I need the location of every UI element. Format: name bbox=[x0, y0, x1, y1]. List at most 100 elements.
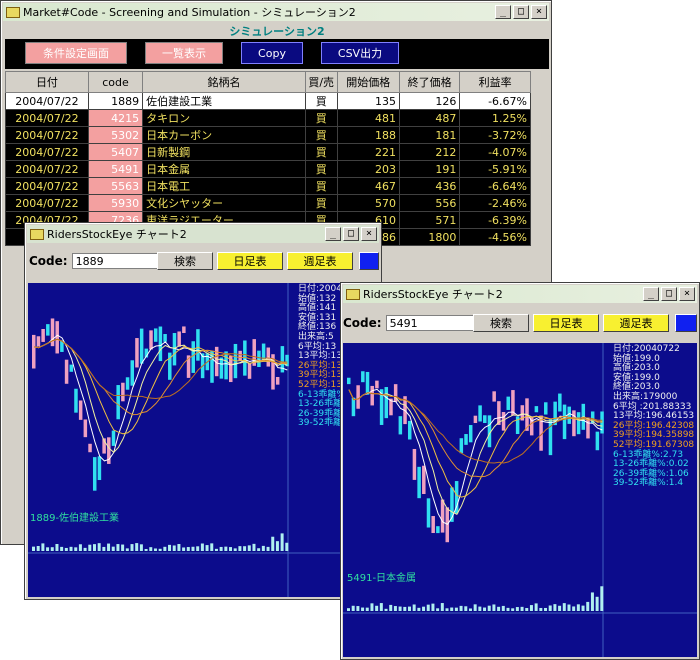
volume-bar bbox=[252, 543, 256, 551]
volume-bar bbox=[403, 606, 407, 611]
close-button[interactable]: × bbox=[361, 227, 377, 241]
volume-bar bbox=[506, 607, 510, 611]
candle bbox=[595, 431, 600, 451]
candle bbox=[506, 396, 510, 410]
volume-bar bbox=[69, 546, 73, 551]
weekly-chart-button[interactable]: 週足表 bbox=[287, 252, 353, 270]
csv-export-button[interactable]: CSV出力 bbox=[321, 42, 399, 64]
maximize-button[interactable]: □ bbox=[661, 287, 677, 301]
volume-bar bbox=[219, 546, 223, 551]
cell-name: 日本電工 bbox=[142, 177, 306, 195]
volume-bar bbox=[60, 546, 64, 551]
volume-bar bbox=[125, 548, 129, 551]
close-button[interactable]: × bbox=[679, 287, 695, 301]
volume-bar bbox=[487, 605, 491, 611]
volume-bar bbox=[158, 548, 162, 551]
candle bbox=[431, 516, 435, 534]
minimize-button[interactable]: _ bbox=[643, 287, 659, 301]
candle bbox=[243, 340, 247, 376]
volume-bar bbox=[247, 545, 251, 551]
table-row[interactable]: 2004/07/22 5407 日新製鋼買 221 212 -4.07% bbox=[5, 143, 531, 161]
cell-start-price: 221 bbox=[336, 143, 400, 161]
cell-profit-rate: -3.72% bbox=[459, 126, 531, 144]
col-buysell[interactable]: 買/売 bbox=[304, 71, 338, 93]
table-row[interactable]: 2004/07/22 5930 文化シヤッター買 570 556 -2.46% bbox=[5, 194, 531, 212]
candle bbox=[149, 330, 153, 350]
col-profit-rate[interactable]: 利益率 bbox=[459, 71, 531, 93]
volume-bar bbox=[177, 544, 181, 551]
candle bbox=[121, 382, 125, 402]
candle bbox=[459, 438, 464, 454]
app-icon bbox=[346, 288, 360, 300]
volume-bar bbox=[492, 604, 496, 611]
table-row[interactable]: 2004/07/22 5563 日本電工買 467 436 -6.64% bbox=[5, 177, 531, 195]
volume-bar bbox=[149, 547, 153, 551]
condition-settings-button[interactable]: 条件設定画面 bbox=[25, 42, 127, 64]
color-button[interactable] bbox=[359, 252, 379, 270]
daily-chart-button[interactable]: 日足表 bbox=[533, 314, 599, 332]
search-button[interactable]: 検索 bbox=[157, 252, 213, 270]
minimize-button[interactable]: _ bbox=[325, 227, 341, 241]
daily-chart-button[interactable]: 日足表 bbox=[217, 252, 283, 270]
chart1-area[interactable]: 日付:2004 始値:132 高値:141 安値:131 終値:136 出来高:5 6平均:… bbox=[28, 283, 378, 597]
page-subtitle: シミュレーション2 bbox=[229, 25, 325, 38]
volume-bar bbox=[379, 603, 383, 611]
volume-bar bbox=[36, 545, 40, 551]
col-end-price[interactable]: 終了価格 bbox=[398, 71, 461, 93]
chart2-titlebar[interactable]: RidersStockEye チャート2 _ □ × bbox=[343, 285, 697, 303]
cell-profit-rate: 1.25% bbox=[459, 109, 531, 127]
main-titlebar[interactable]: Market#Code - Screening and Simulation -… bbox=[3, 3, 549, 21]
candle bbox=[572, 410, 576, 437]
volume-bar bbox=[238, 546, 242, 551]
table-row[interactable]: 2004/07/22 4215 タキロン買 481 487 1.25% bbox=[5, 109, 531, 127]
copy-button[interactable]: Copy bbox=[241, 42, 303, 64]
cell-date: 2004/07/22 bbox=[5, 177, 89, 195]
volume-bar bbox=[78, 544, 82, 551]
volume-bar bbox=[144, 548, 148, 551]
table-row[interactable]: 2004/07/22 5302 日本カーボン買 188 181 -3.72% bbox=[5, 126, 531, 144]
volume-bar bbox=[111, 546, 115, 551]
col-start-price[interactable]: 開始価格 bbox=[336, 71, 400, 93]
candle bbox=[351, 397, 356, 417]
cell-start-price: 188 bbox=[336, 126, 400, 144]
search-button[interactable]: 検索 bbox=[473, 314, 529, 332]
list-view-button[interactable]: 一覧表示 bbox=[145, 42, 223, 64]
col-name[interactable]: 銘柄名 bbox=[142, 71, 306, 93]
code-input[interactable]: 1889 bbox=[71, 253, 166, 269]
col-date[interactable]: 日付 bbox=[5, 71, 89, 93]
close-button[interactable]: × bbox=[531, 5, 547, 19]
candle bbox=[426, 498, 431, 528]
chart1-titlebar[interactable]: RidersStockEye チャート2 _ □ × bbox=[27, 225, 379, 243]
code-label: Code: bbox=[29, 254, 68, 268]
candle bbox=[64, 359, 69, 384]
table-scrollbar[interactable] bbox=[535, 71, 549, 251]
candle bbox=[365, 371, 370, 395]
info-line: 39-52乖離%:1.4 bbox=[613, 478, 684, 489]
volume-bar bbox=[562, 603, 566, 611]
color-button[interactable] bbox=[675, 314, 697, 332]
code-input[interactable]: 5491 bbox=[385, 315, 480, 331]
volume-bar bbox=[50, 547, 54, 551]
volume-bar bbox=[41, 543, 45, 551]
col-code[interactable]: code bbox=[87, 71, 144, 93]
volume-bar bbox=[107, 543, 111, 551]
candle bbox=[88, 443, 92, 453]
cell-name: タキロン bbox=[142, 109, 306, 127]
volume-bar bbox=[168, 544, 172, 551]
volume-bar bbox=[407, 606, 411, 611]
maximize-button[interactable]: □ bbox=[343, 227, 359, 241]
table-row[interactable]: 2004/07/22 5491 日本金属買 203 191 -5.91% bbox=[5, 160, 531, 178]
minimize-button[interactable]: _ bbox=[495, 5, 511, 19]
cell-date: 2004/07/22 bbox=[5, 194, 89, 212]
candle bbox=[375, 380, 379, 389]
table-row[interactable]: 2004/07/22 1889 佐伯建設工業買 135 126 -6.67% bbox=[5, 92, 531, 110]
candle bbox=[361, 371, 365, 383]
chart2-area[interactable]: 日付:20040722 始値:199.0 高値:203.0 安値:199.0 終値:20… bbox=[343, 343, 697, 657]
cell-profit-rate: -6.39% bbox=[459, 211, 531, 229]
volume-bar bbox=[214, 548, 218, 551]
weekly-chart-button[interactable]: 週足表 bbox=[603, 314, 669, 332]
maximize-button[interactable]: □ bbox=[513, 5, 529, 19]
candle bbox=[384, 387, 389, 419]
volume-bar bbox=[200, 543, 204, 551]
cell-code: 5930 bbox=[87, 194, 144, 212]
